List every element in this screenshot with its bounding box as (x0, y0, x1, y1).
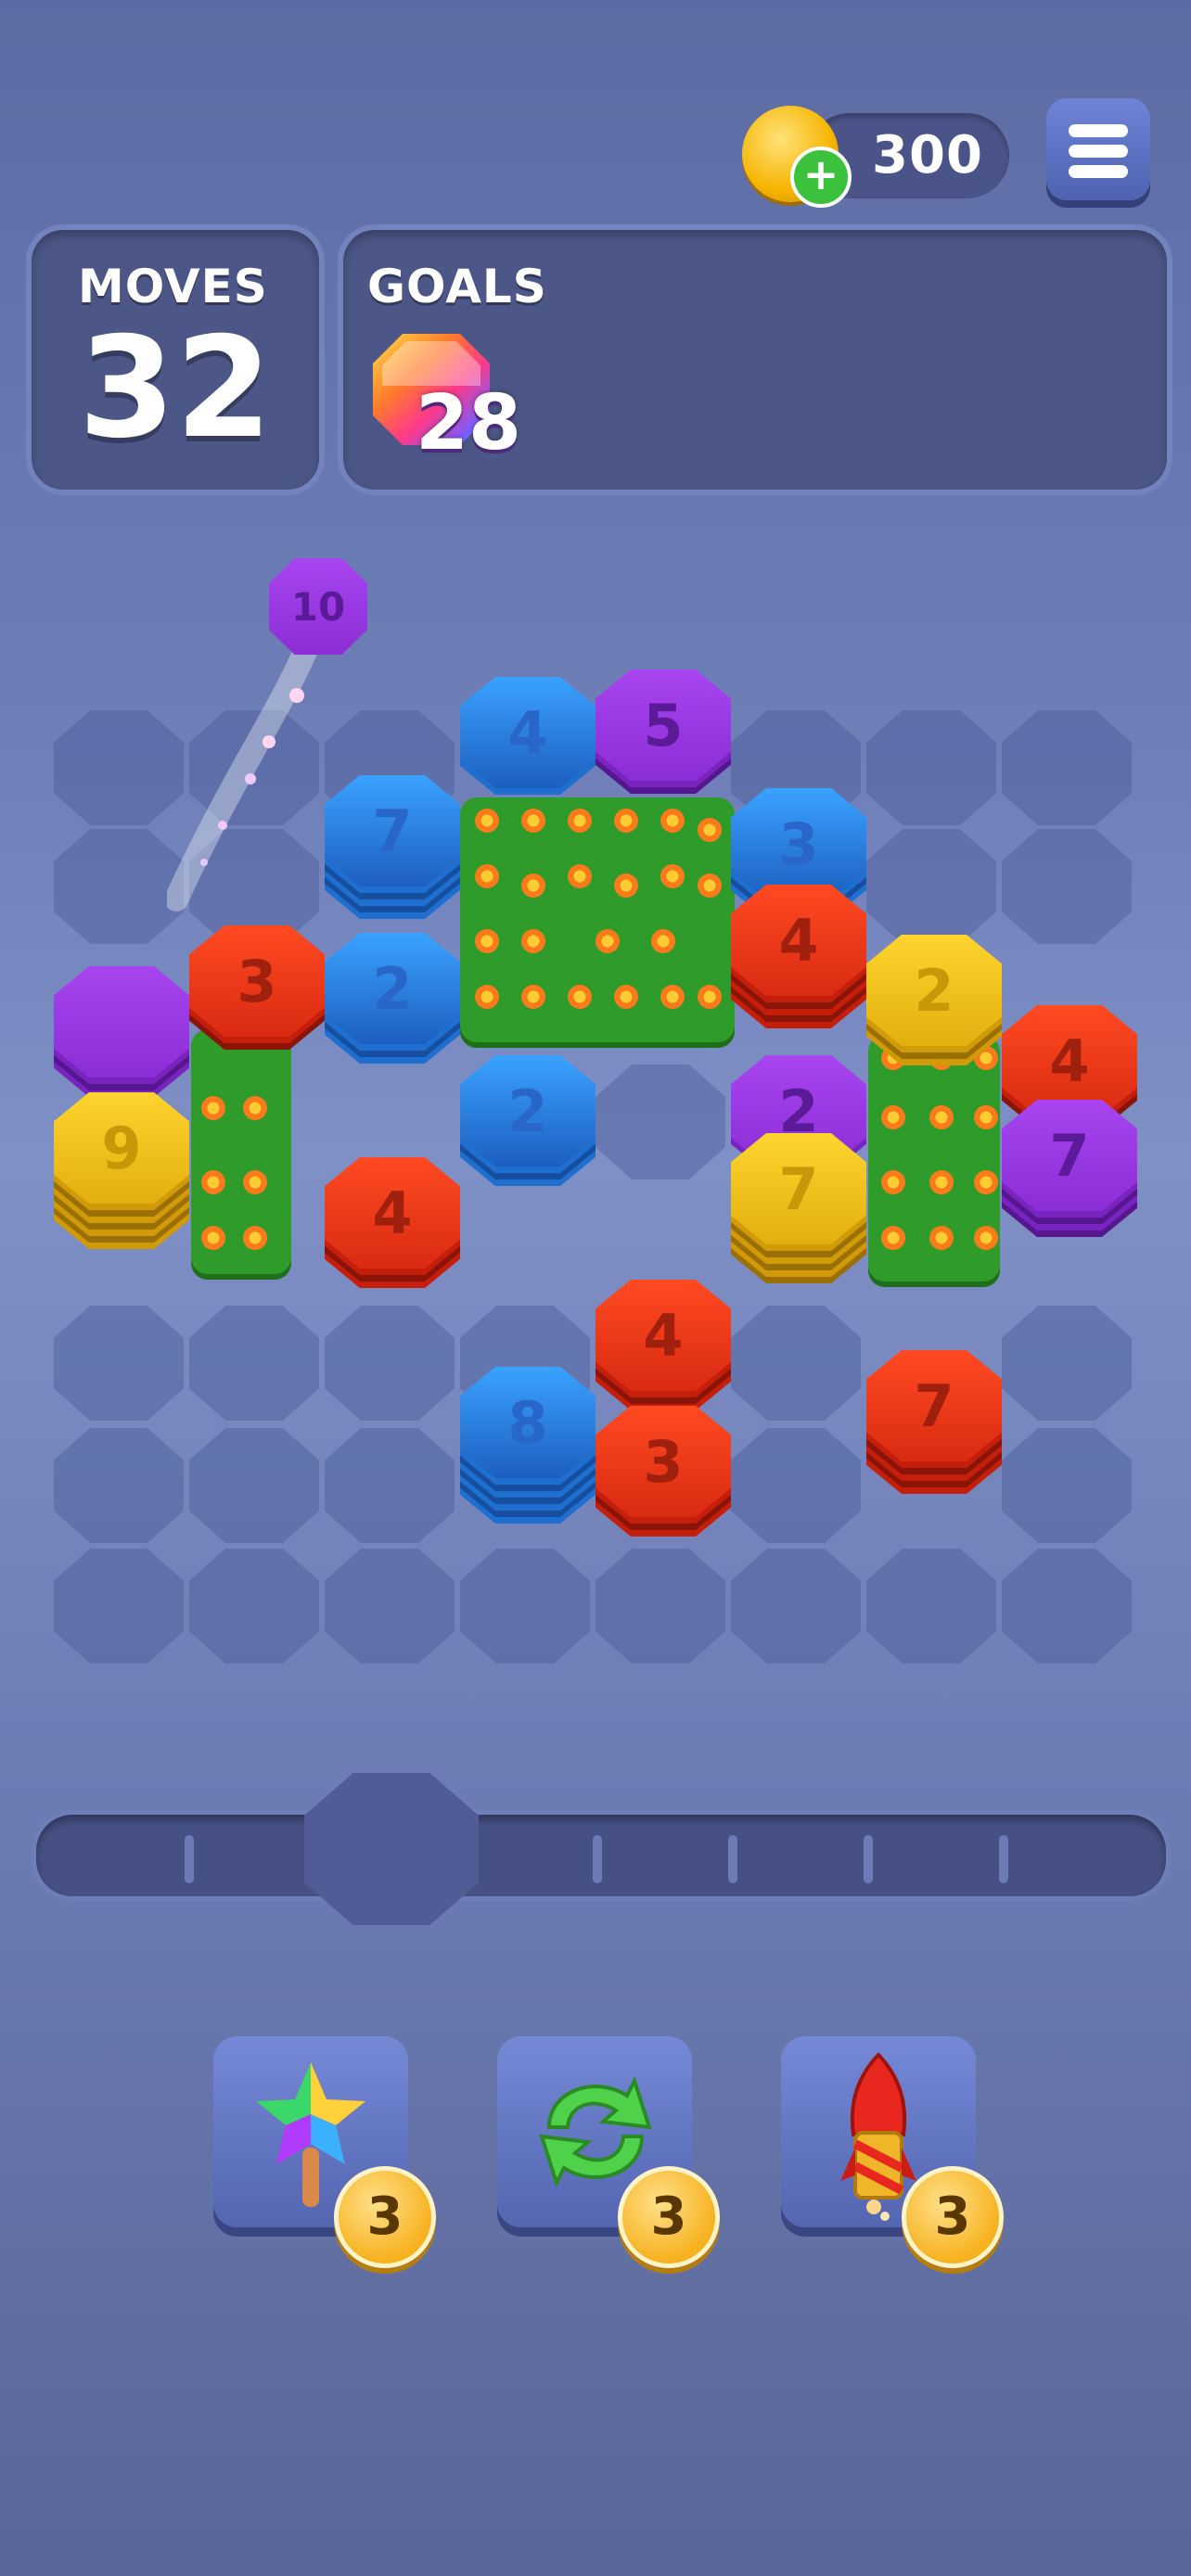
flower-icon (473, 983, 501, 1011)
hex-tile-yellow[interactable]: 9 (54, 1092, 189, 1204)
flower-icon (928, 1224, 955, 1252)
board-cell[interactable] (54, 1306, 184, 1421)
flower-icon (928, 1103, 955, 1131)
hex-tile-blue[interactable]: 2 (460, 1055, 596, 1167)
board-cell[interactable] (731, 1428, 861, 1543)
board-cell[interactable] (731, 1549, 861, 1664)
board-cell[interactable] (189, 1306, 319, 1421)
flower-icon (649, 927, 677, 955)
flower-icon (473, 927, 501, 955)
flower-icon (199, 1094, 227, 1122)
flower-icon (659, 983, 686, 1011)
hex-tile-blue[interactable]: 7 (325, 775, 460, 886)
slider-tick (999, 1835, 1008, 1883)
board-cell[interactable] (1002, 1549, 1132, 1664)
board-cell[interactable] (54, 1549, 184, 1664)
flower-icon (696, 872, 724, 899)
board-cell[interactable] (866, 829, 996, 944)
flower-icon (566, 807, 594, 835)
flower-patch (460, 797, 735, 1048)
flower-icon (879, 1103, 907, 1131)
board-cell[interactable] (460, 1549, 590, 1664)
flower-icon (473, 862, 501, 890)
board-cell[interactable] (325, 1428, 455, 1543)
hex-tile-blue[interactable]: 2 (325, 933, 460, 1044)
slider-tick (728, 1835, 737, 1883)
flower-icon (519, 927, 547, 955)
board-cell[interactable] (1002, 829, 1132, 944)
flower-icon (972, 1224, 1000, 1252)
hex-tile-purple[interactable]: 7 (1002, 1100, 1137, 1211)
flower-icon (612, 872, 640, 899)
flower-icon (972, 1103, 1000, 1131)
flower-icon (473, 807, 501, 835)
slider-tick (185, 1835, 194, 1883)
hex-tile-yellow[interactable]: 2 (866, 935, 1002, 1046)
hex-tile-blue[interactable]: 3 (731, 788, 866, 899)
flower-icon (972, 1168, 1000, 1196)
board-cell[interactable] (54, 829, 184, 944)
board-cell[interactable] (866, 710, 996, 825)
flower-icon (696, 983, 724, 1011)
slider-tick (864, 1835, 873, 1883)
powerup-count-badge: 3 (902, 2166, 1004, 2268)
hex-tile-red[interactable]: 7 (866, 1350, 1002, 1461)
flower-icon (879, 1224, 907, 1252)
flower-icon (612, 983, 640, 1011)
hex-tile-blue[interactable]: 4 (460, 677, 596, 788)
hex-tile-red[interactable]: 4 (325, 1157, 460, 1269)
flower-icon (199, 1168, 227, 1196)
board-cell[interactable] (1002, 1428, 1132, 1543)
flower-icon (659, 862, 686, 890)
board-cell[interactable] (596, 1549, 725, 1664)
board-cell[interactable] (731, 1306, 861, 1421)
powerup-count-badge: 3 (618, 2166, 720, 2268)
floating-hex-tile: 10 (269, 558, 367, 655)
hex-tile-yellow[interactable]: 7 (731, 1133, 866, 1244)
sparkle-trail (167, 640, 318, 912)
flower-icon (199, 1224, 227, 1252)
flower-icon (566, 983, 594, 1011)
board-cell[interactable] (325, 1306, 455, 1421)
flower-icon (879, 1168, 907, 1196)
flower-icon (241, 1224, 269, 1252)
flower-icon (241, 1094, 269, 1122)
board-cell[interactable] (54, 1428, 184, 1543)
hex-tile-red[interactable]: 3 (596, 1406, 731, 1517)
flower-icon (519, 807, 547, 835)
hex-tile-purple[interactable]: 5 (596, 670, 731, 781)
board-cell[interactable] (54, 710, 184, 825)
hex-tile-blue[interactable]: 8 (460, 1367, 596, 1478)
powerup-count-badge: 3 (334, 2166, 436, 2268)
flower-icon (519, 983, 547, 1011)
flower-icon (928, 1168, 955, 1196)
hex-tile-red[interactable]: 3 (189, 925, 325, 1037)
hex-tile-red[interactable]: 4 (731, 885, 866, 996)
flower-icon (566, 862, 594, 890)
board-cell[interactable] (189, 1549, 319, 1664)
board-cell[interactable] (189, 1428, 319, 1543)
board-cell[interactable] (866, 1549, 996, 1664)
board-cell[interactable] (1002, 1306, 1132, 1421)
piece-slider-track[interactable] (32, 1810, 1171, 1901)
hex-tile-red[interactable]: 4 (596, 1280, 731, 1391)
board-cell[interactable] (596, 1065, 725, 1180)
flower-icon (594, 927, 621, 955)
flower-icon (659, 807, 686, 835)
piece-slider-knob[interactable] (304, 1773, 479, 1925)
flower-icon (612, 807, 640, 835)
board-cell[interactable] (1002, 710, 1132, 825)
flower-icon (241, 1168, 269, 1196)
flower-icon (519, 872, 547, 899)
board-cell[interactable] (325, 1549, 455, 1664)
slider-tick (593, 1835, 602, 1883)
flower-icon (696, 816, 724, 844)
hex-tile-purple[interactable] (54, 966, 189, 1078)
